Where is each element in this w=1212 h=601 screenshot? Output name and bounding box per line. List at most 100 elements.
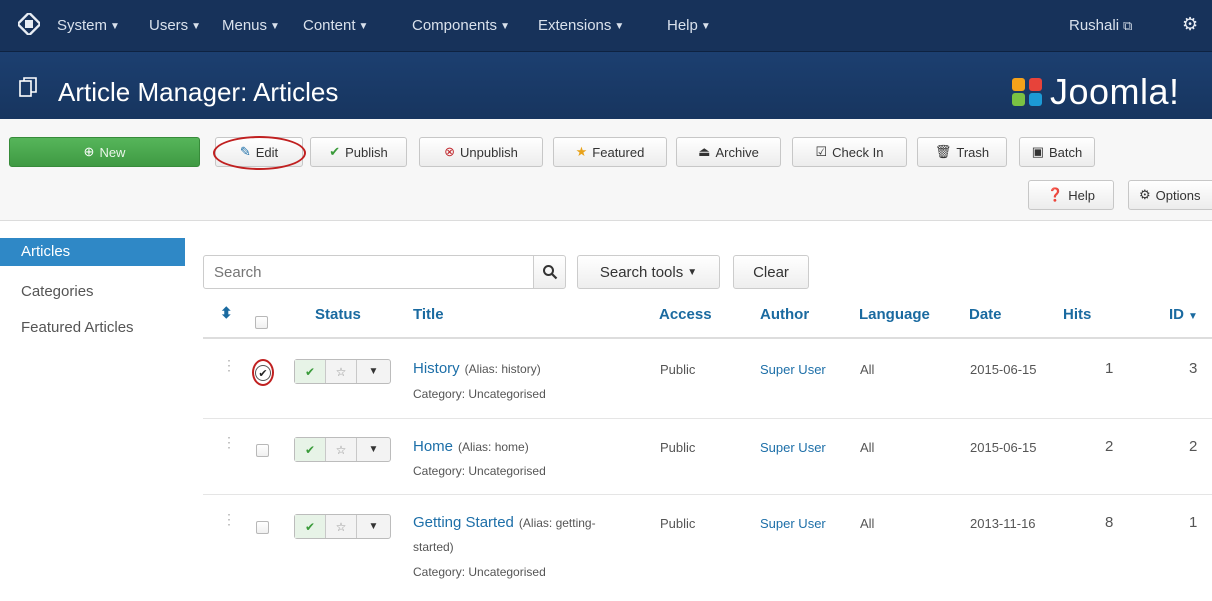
published-toggle[interactable]: ✔ (295, 438, 326, 461)
user-menu[interactable]: Rushali ⧉ (1069, 17, 1132, 34)
edit-button[interactable]: ✎ Edit (215, 137, 303, 167)
menu-components[interactable]: Components ▼ (412, 17, 510, 34)
search-tools-button[interactable]: Search tools ▼ (577, 255, 720, 289)
edit-button-label: Edit (255, 144, 279, 160)
copy-icon (19, 77, 37, 97)
question-circle-icon: ❓ (1047, 187, 1064, 202)
sidebar-item-label: Featured Articles (21, 319, 134, 336)
help-button-label: Help (1068, 187, 1095, 203)
cell-author-link[interactable]: Super User (760, 516, 826, 531)
menu-users[interactable]: Users ▼ (149, 17, 201, 34)
article-title-link[interactable]: History (Alias: history) (413, 360, 541, 377)
sidebar-item-label: Categories (21, 283, 94, 300)
cell-access: Public (660, 516, 696, 531)
search-input[interactable] (203, 255, 534, 289)
featured-star-icon[interactable]: ☆ (326, 360, 357, 383)
column-author[interactable]: Author (760, 306, 809, 323)
cell-author-link[interactable]: Super User (760, 362, 826, 377)
drag-handle-icon[interactable]: ⋮ (222, 512, 236, 526)
article-alias-continued: started) (413, 540, 454, 554)
archive-button[interactable]: ⏏ Archive (676, 137, 781, 167)
article-title[interactable]: Getting Started (413, 514, 514, 531)
checkin-button[interactable]: ☑ Check In (792, 137, 907, 167)
trash-button-label: Trash (956, 144, 990, 160)
ordering-sort-icon[interactable]: ⬍ (220, 304, 233, 322)
joomla-admin-window: System ▼ Users ▼ Menus ▼ Content ▼ Component… (0, 0, 1212, 601)
joomla-logo-icon[interactable] (18, 13, 40, 35)
row-checkbox-checked[interactable]: ✔ (255, 365, 271, 381)
archive-button-label: Archive (715, 144, 759, 160)
caret-down-icon: ▼ (700, 21, 711, 32)
menu-users-label: Users (149, 17, 189, 34)
menu-content[interactable]: Content ▼ (303, 17, 368, 34)
column-status[interactable]: Status (315, 306, 361, 323)
archive-icon: ⏏ (698, 144, 711, 159)
batch-button-label: Batch (1049, 144, 1083, 160)
article-title-link[interactable]: Home (Alias: home) (413, 438, 529, 455)
column-hits[interactable]: Hits (1063, 306, 1091, 323)
caret-down-icon: ▼ (687, 266, 698, 278)
sidebar-item-articles[interactable]: Articles (0, 238, 185, 266)
new-button[interactable]: ⊕ New (9, 137, 200, 167)
actions-dropdown-caret-icon[interactable]: ▼ (357, 515, 390, 538)
help-button[interactable]: ❓ Help (1028, 180, 1114, 210)
sidebar-item-featured-articles[interactable]: Featured Articles (0, 314, 185, 342)
actions-dropdown-caret-icon[interactable]: ▼ (357, 438, 390, 461)
column-date[interactable]: Date (969, 306, 1002, 323)
status-toggle-group: ✔ ☆ ▼ (294, 437, 391, 462)
column-title[interactable]: Title (413, 306, 444, 323)
article-title[interactable]: Home (413, 438, 453, 455)
featured-star-icon[interactable]: ☆ (326, 515, 357, 538)
menu-system[interactable]: System ▼ (57, 17, 120, 34)
column-id[interactable]: ID ▼ (1169, 306, 1198, 323)
clear-button-label: Clear (753, 263, 789, 281)
select-all-checkbox[interactable] (255, 316, 268, 329)
article-category: Category: Uncategorised (413, 464, 546, 478)
unpublish-button[interactable]: ⊗ Unpublish (419, 137, 543, 167)
cell-date: 2013-11-16 (970, 516, 1036, 531)
published-toggle[interactable]: ✔ (295, 360, 326, 383)
column-id-label: ID (1169, 306, 1184, 323)
menu-help[interactable]: Help ▼ (667, 17, 711, 34)
times-circle-icon: ⊗ (444, 144, 456, 159)
options-button[interactable]: ⚙ Options (1128, 180, 1212, 210)
featured-button[interactable]: ★ Featured (553, 137, 667, 167)
column-language[interactable]: Language (859, 306, 930, 323)
cell-language: All (860, 516, 875, 531)
column-access[interactable]: Access (659, 306, 712, 323)
publish-button[interactable]: ✔ Publish (310, 137, 407, 167)
drag-handle-icon[interactable]: ⋮ (222, 358, 236, 372)
article-title-link[interactable]: Getting Started (Alias: getting- (413, 514, 596, 531)
published-toggle[interactable]: ✔ (295, 515, 326, 538)
trash-button[interactable]: 🗑 Trash (917, 137, 1007, 167)
featured-star-icon[interactable]: ☆ (326, 438, 357, 461)
row-checkbox[interactable] (256, 521, 269, 534)
article-category: Category: Uncategorised (413, 387, 546, 401)
gear-icon[interactable]: ⚙ (1182, 14, 1198, 35)
row-divider (203, 494, 1212, 495)
drag-handle-icon[interactable]: ⋮ (222, 435, 236, 449)
menu-extensions-label: Extensions (538, 17, 612, 34)
row-checkbox[interactable] (256, 444, 269, 457)
actions-dropdown-caret-icon[interactable]: ▼ (357, 360, 390, 383)
sidebar-item-categories[interactable]: Categories (0, 278, 185, 306)
caret-down-icon: ▼ (191, 21, 202, 32)
joomla-brand: Joomla! (1010, 72, 1180, 112)
menu-system-label: System (57, 17, 108, 34)
batch-button[interactable]: ▣ Batch (1019, 137, 1095, 167)
cell-id: 3 (1189, 360, 1198, 377)
publish-button-label: Publish (345, 144, 388, 160)
cell-author-link[interactable]: Super User (760, 440, 826, 455)
cell-id: 1 (1189, 514, 1198, 531)
cell-hits: 1 (1105, 360, 1114, 377)
menu-extensions[interactable]: Extensions ▼ (538, 17, 624, 34)
clear-button[interactable]: Clear (733, 255, 809, 289)
check-icon: ✔ (329, 144, 341, 159)
caret-down-icon: ▼ (500, 21, 510, 32)
article-title[interactable]: History (413, 360, 460, 377)
new-button-label: New (99, 144, 126, 160)
menu-menus[interactable]: Menus ▼ (222, 17, 280, 34)
search-icon (542, 265, 557, 280)
star-icon: ★ (575, 144, 588, 159)
search-button[interactable] (533, 255, 566, 289)
